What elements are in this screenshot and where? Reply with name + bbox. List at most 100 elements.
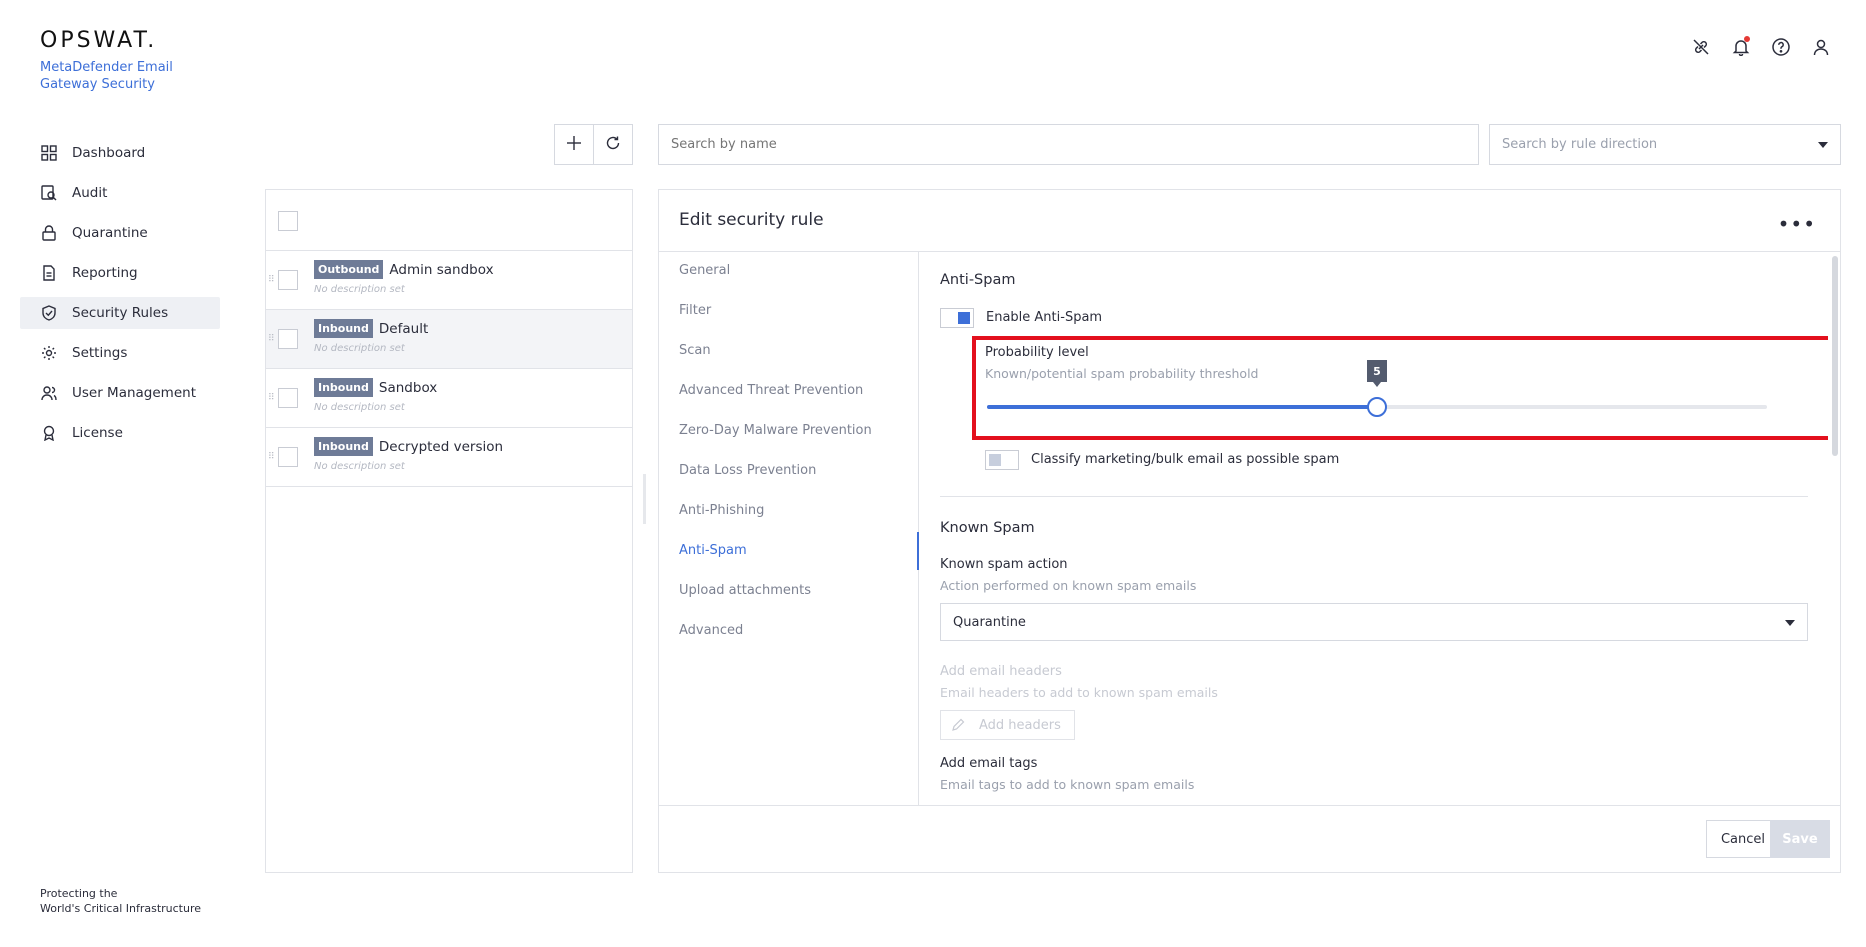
rule-name: Admin sandbox xyxy=(389,261,494,278)
panel-resize-handle[interactable] xyxy=(643,474,646,524)
tab-scan[interactable]: Scan xyxy=(679,343,711,358)
anti-spam-heading: Anti-Spam xyxy=(940,272,1016,288)
drag-handle-icon[interactable]: ⠿ xyxy=(268,334,275,344)
drag-handle-icon[interactable]: ⠿ xyxy=(268,393,275,403)
rule-row[interactable]: ⠿ Inbound Decrypted version No descripti… xyxy=(266,428,632,487)
sidebar-item-label: Security Rules xyxy=(72,305,169,321)
add-headers-button[interactable]: Add headers xyxy=(940,710,1075,740)
refresh-button[interactable] xyxy=(593,124,633,165)
rule-row[interactable]: ⠿ Inbound Sandbox No description set xyxy=(266,369,632,428)
sidebar-item-user-management[interactable]: User Management xyxy=(20,377,220,409)
tab-anti-phishing[interactable]: Anti-Phishing xyxy=(679,503,764,518)
sidebar-item-label: Settings xyxy=(72,345,128,361)
classify-marketing-label: Classify marketing/bulk email as possibl… xyxy=(1031,452,1340,467)
sidebar-item-label: Dashboard xyxy=(72,145,146,161)
notification-dot xyxy=(1744,36,1750,42)
direction-badge: Outbound xyxy=(314,260,384,279)
known-spam-action-description: Action performed on known spam emails xyxy=(940,578,1197,593)
slider-handle[interactable] xyxy=(1367,397,1387,417)
anti-spam-content: Anti-Spam Enable Anti-Spam Probability l… xyxy=(920,252,1828,805)
gear-icon xyxy=(40,344,58,362)
known-spam-action-label: Known spam action xyxy=(940,557,1068,572)
edit-body: General Filter Scan Advanced Threat Prev… xyxy=(659,251,1840,806)
panel-title: Edit security rule xyxy=(679,210,824,230)
classify-marketing-toggle[interactable] xyxy=(985,450,1019,470)
sidebar-nav: Dashboard Audit Quarantine Reporting Sec… xyxy=(20,137,220,457)
dashboard-icon xyxy=(40,144,58,162)
rule-list-header xyxy=(266,190,632,251)
sidebar-item-dashboard[interactable]: Dashboard xyxy=(20,137,220,169)
search-by-name-input[interactable] xyxy=(658,124,1479,165)
rule-checkbox[interactable] xyxy=(278,270,298,290)
rule-title: Outbound Admin sandbox xyxy=(314,260,494,279)
caret-down-icon xyxy=(1785,615,1795,630)
add-headers-label: Add headers xyxy=(979,717,1061,733)
sidebar-item-settings[interactable]: Settings xyxy=(20,337,220,369)
edit-security-rule-panel: Edit security rule ••• General Filter Sc… xyxy=(658,189,1841,873)
users-icon xyxy=(40,384,58,402)
known-spam-action-value: Quarantine xyxy=(953,614,1026,630)
rule-description: No description set xyxy=(314,461,405,472)
probability-slider[interactable]: 5 xyxy=(987,360,1767,417)
sidebar-item-license[interactable]: License xyxy=(20,417,220,449)
rule-description: No description set xyxy=(314,343,405,354)
content-scrollbar[interactable] xyxy=(1832,256,1838,456)
sidebar-item-quarantine[interactable]: Quarantine xyxy=(20,217,220,249)
help-icon[interactable] xyxy=(1770,36,1792,58)
add-rule-button[interactable] xyxy=(554,124,594,165)
enable-anti-spam-toggle[interactable] xyxy=(940,308,974,328)
rule-name: Default xyxy=(378,320,429,337)
product-name[interactable]: MetaDefender Email Gateway Security xyxy=(40,59,180,93)
drag-handle-icon[interactable]: ⠿ xyxy=(268,275,275,285)
tab-filter[interactable]: Filter xyxy=(679,303,711,318)
award-icon xyxy=(40,424,58,442)
rule-row[interactable]: ⠿ Inbound Default No description set xyxy=(266,310,632,369)
enable-anti-spam-label: Enable Anti-Spam xyxy=(986,310,1103,325)
known-spam-action-select[interactable]: Quarantine xyxy=(940,603,1808,641)
probability-level-description: Known/potential spam probability thresho… xyxy=(985,366,1259,381)
active-tab-indicator xyxy=(917,532,919,570)
select-all-checkbox[interactable] xyxy=(278,211,298,231)
tab-upload-attachments[interactable]: Upload attachments xyxy=(679,583,811,598)
sidebar-item-reporting[interactable]: Reporting xyxy=(20,257,220,289)
footer-tagline: Protecting the World's Critical Infrastr… xyxy=(40,886,201,916)
rule-description: No description set xyxy=(314,284,405,295)
lock-icon xyxy=(40,224,58,242)
bell-icon[interactable] xyxy=(1730,36,1752,58)
brand: OPSWAT. MetaDefender Email Gateway Secur… xyxy=(40,28,180,93)
rule-checkbox[interactable] xyxy=(278,329,298,349)
plus-icon xyxy=(566,135,582,155)
rule-description: No description set xyxy=(314,402,405,413)
shield-check-icon xyxy=(40,304,58,322)
tab-zero-day-malware-prevention[interactable]: Zero-Day Malware Prevention xyxy=(679,423,872,438)
tab-data-loss-prevention[interactable]: Data Loss Prevention xyxy=(679,463,816,478)
drag-handle-icon[interactable]: ⠿ xyxy=(268,452,275,462)
more-options-icon[interactable]: ••• xyxy=(1778,212,1816,236)
tab-anti-spam[interactable]: Anti-Spam xyxy=(679,543,747,558)
opswat-logo: OPSWAT. xyxy=(40,28,158,53)
link-off-icon[interactable] xyxy=(1690,36,1712,58)
rule-row[interactable]: ⠿ Outbound Admin sandbox No description … xyxy=(266,251,632,310)
user-icon[interactable] xyxy=(1810,36,1832,58)
sidebar-item-label: User Management xyxy=(72,385,196,401)
sidebar-item-audit[interactable]: Audit xyxy=(20,177,220,209)
rule-tabs: General Filter Scan Advanced Threat Prev… xyxy=(659,252,919,805)
tab-advanced-threat-prevention[interactable]: Advanced Threat Prevention xyxy=(679,383,863,398)
toggle-knob xyxy=(989,454,1001,466)
probability-level-label: Probability level xyxy=(985,345,1089,360)
sidebar-item-security-rules[interactable]: Security Rules xyxy=(20,297,220,329)
tab-general[interactable]: General xyxy=(679,263,730,278)
rule-checkbox[interactable] xyxy=(278,388,298,408)
refresh-icon xyxy=(605,135,621,155)
rule-direction-select[interactable]: Search by rule direction xyxy=(1489,124,1841,165)
tab-advanced[interactable]: Advanced xyxy=(679,623,743,638)
add-email-headers-description: Email headers to add to known spam email… xyxy=(940,685,1218,700)
cancel-button[interactable]: Cancel xyxy=(1706,820,1780,858)
direction-badge: Inbound xyxy=(314,437,373,456)
save-button[interactable]: Save xyxy=(1770,820,1830,858)
direction-badge: Inbound xyxy=(314,378,373,397)
add-email-tags-label: Add email tags xyxy=(940,756,1038,771)
toggle-knob xyxy=(958,312,970,324)
rule-list: ⠿ Outbound Admin sandbox No description … xyxy=(265,189,633,873)
rule-checkbox[interactable] xyxy=(278,447,298,467)
